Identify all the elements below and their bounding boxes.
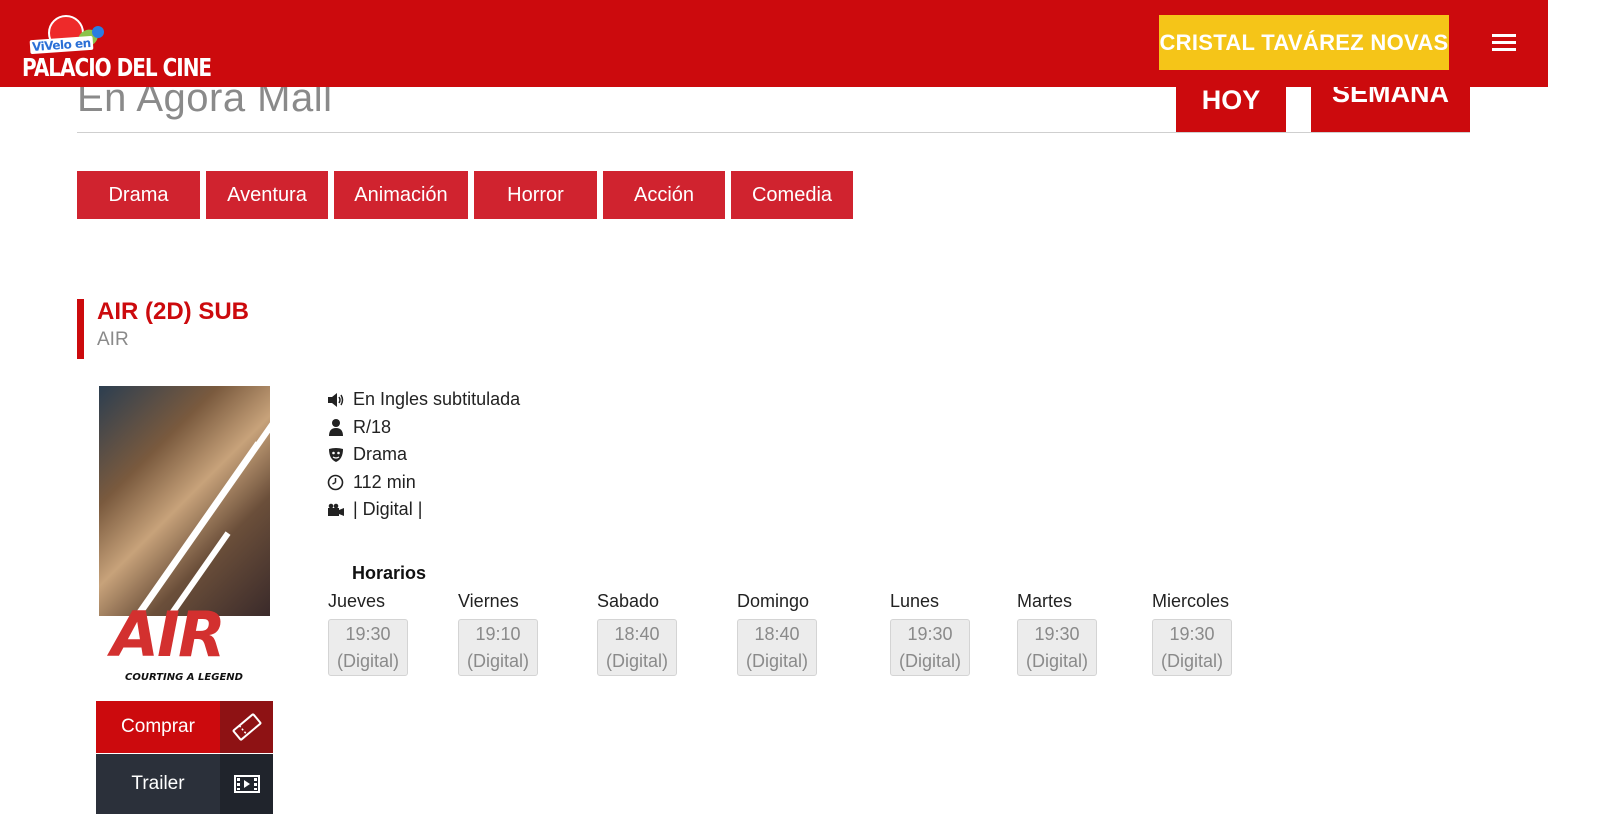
buy-button[interactable]: Comprar xyxy=(96,701,273,753)
clock-icon xyxy=(327,474,353,491)
showtime-button[interactable]: 19:30 (Digital) xyxy=(328,619,408,676)
film-icon xyxy=(220,754,273,814)
day-name: Martes xyxy=(1017,591,1073,611)
showtime-format: (Digital) xyxy=(1025,651,1088,671)
genre-filter-bar: Drama Aventura Animación Horror Acción C… xyxy=(77,171,853,219)
info-rating-text: R/18 xyxy=(353,416,392,437)
showtime-time: 19:30 xyxy=(345,624,391,644)
schedule-day: Sabado 18:40 (Digital) xyxy=(597,591,677,676)
trailer-button[interactable]: Trailer xyxy=(96,754,273,814)
buy-button-label: Comprar xyxy=(96,701,220,753)
palacio-del-cine-logo[interactable]: ViVelo en PALACIO DEL CINE xyxy=(22,12,212,82)
genre-filter-accion[interactable]: Acción xyxy=(603,171,725,219)
movie-heading: AIR (2D) SUB AIR xyxy=(77,299,249,359)
showtime-time: 18:40 xyxy=(614,624,660,644)
info-format-text: | Digital | xyxy=(353,499,423,520)
schedule-day: Jueves 19:30 (Digital) xyxy=(328,591,408,676)
showtime-format: (Digital) xyxy=(605,651,668,671)
day-name: Viernes xyxy=(458,591,519,611)
info-genre: Drama xyxy=(327,441,520,469)
speaker-icon xyxy=(327,392,353,407)
day-name: Jueves xyxy=(328,591,386,611)
schedule-day: Lunes 19:30 (Digital) xyxy=(890,591,970,676)
showtime-time: 19:30 xyxy=(1169,624,1215,644)
day-name: Sabado xyxy=(597,591,660,611)
movie-info-list: En Ingles subtitulada R/18 Drama 112 min… xyxy=(327,386,520,524)
poster-artwork xyxy=(99,386,270,616)
info-language: En Ingles subtitulada xyxy=(327,386,520,414)
info-format: | Digital | xyxy=(327,496,520,524)
showtime-button[interactable]: 19:10 (Digital) xyxy=(458,619,538,676)
schedule-day: Domingo 18:40 (Digital) xyxy=(737,591,817,676)
info-rating: R/18 xyxy=(327,414,520,442)
genre-filter-aventura[interactable]: Aventura xyxy=(206,171,328,219)
schedule-day: Martes 19:30 (Digital) xyxy=(1017,591,1097,676)
user-account-button[interactable]: CRISTAL TAVÁREZ NOVAS xyxy=(1159,15,1449,70)
trailer-button-label: Trailer xyxy=(96,754,220,814)
showtime-button[interactable]: 19:30 (Digital) xyxy=(1152,619,1232,676)
showtime-button[interactable]: 18:40 (Digital) xyxy=(737,619,817,676)
day-name: Miercoles xyxy=(1152,591,1230,611)
hamburger-icon[interactable] xyxy=(1492,34,1516,54)
logo-palacio-text: PALACIO DEL CINE xyxy=(22,52,212,82)
logo-blue-ball xyxy=(92,26,104,38)
schedule-day: Miercoles 19:30 (Digital) xyxy=(1152,591,1232,676)
showtime-format: (Digital) xyxy=(898,651,961,671)
poster-title: AIR xyxy=(111,598,226,671)
showtime-button[interactable]: 19:30 (Digital) xyxy=(890,619,970,676)
info-duration: 112 min xyxy=(327,469,520,497)
showtime-format: (Digital) xyxy=(336,651,399,671)
theater-masks-icon xyxy=(327,447,353,463)
movie-original-title: AIR xyxy=(97,329,129,350)
showtime-format: (Digital) xyxy=(745,651,808,671)
genre-filter-horror[interactable]: Horror xyxy=(474,171,597,219)
showtime-format: (Digital) xyxy=(466,651,529,671)
movie-title[interactable]: AIR (2D) SUB xyxy=(97,299,249,325)
top-navbar: ViVelo en PALACIO DEL CINE CRISTAL TAVÁR… xyxy=(0,0,1548,87)
showtime-time: 19:10 xyxy=(475,624,521,644)
info-genre-text: Drama xyxy=(353,444,408,465)
info-language-text: En Ingles subtitulada xyxy=(353,389,521,410)
showtime-button[interactable]: 19:30 (Digital) xyxy=(1017,619,1097,676)
video-camera-icon xyxy=(327,503,353,517)
person-icon xyxy=(327,418,353,437)
showtime-time: 19:30 xyxy=(907,624,953,644)
showtime-time: 18:40 xyxy=(754,624,800,644)
poster-tagline: COURTING A LEGEND xyxy=(125,672,243,683)
genre-filter-comedia[interactable]: Comedia xyxy=(731,171,853,219)
movie-poster[interactable]: AIR COURTING A LEGEND xyxy=(99,386,270,690)
genre-filter-animacion[interactable]: Animación xyxy=(334,171,468,219)
day-name: Lunes xyxy=(890,591,940,611)
showtime-format: (Digital) xyxy=(1160,651,1223,671)
showtime-button[interactable]: 18:40 (Digital) xyxy=(597,619,677,676)
day-name: Domingo xyxy=(737,591,810,611)
ticket-icon xyxy=(220,701,273,753)
info-duration-text: 112 min xyxy=(353,471,416,492)
schedule-day: Viernes 19:10 (Digital) xyxy=(458,591,538,676)
showtime-time: 19:30 xyxy=(1034,624,1080,644)
genre-filter-drama[interactable]: Drama xyxy=(77,171,200,219)
schedule-title: Horarios xyxy=(352,563,427,583)
